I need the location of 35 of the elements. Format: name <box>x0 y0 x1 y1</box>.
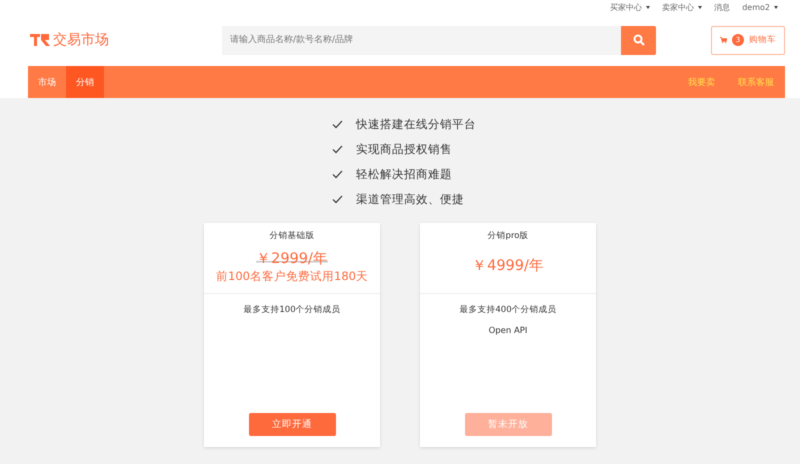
logo-icon <box>30 33 50 47</box>
cart-label: 购物车 <box>749 34 776 46</box>
plan-name: 分销基础版 <box>270 230 314 242</box>
search-icon <box>632 34 644 46</box>
top-link[interactable]: 消息 <box>714 2 730 12</box>
plan-name: 分销pro版 <box>488 230 528 242</box>
search-field[interactable]: 请输入商品名称/款号名称/品牌 <box>222 26 621 54</box>
benefit-text: 轻松解决招商难题 <box>356 166 452 182</box>
plan-price: ￥4999/年 <box>472 257 544 275</box>
logo-text: 交易市场 <box>53 31 109 49</box>
caret-icon[interactable] <box>646 6 650 8</box>
plan-feature: Open API <box>488 326 528 336</box>
benefit-text: 快速搭建在线分销平台 <box>356 116 476 132</box>
caret-icon[interactable] <box>774 6 778 8</box>
top-link[interactable]: 买家中心 <box>610 2 642 12</box>
cart-icon <box>720 35 727 45</box>
nav-tab[interactable]: 分销 <box>66 66 104 98</box>
top-link[interactable]: demo2 <box>742 2 770 12</box>
check-icon <box>332 144 343 154</box>
caret-icon[interactable] <box>698 6 702 8</box>
check-icon <box>332 120 343 128</box>
promo-text: 前100名客户免费试用180天 <box>216 269 368 284</box>
plan-feature: 最多支持100个分销成员 <box>243 304 341 316</box>
plan-price: ￥2999/年 <box>256 249 328 268</box>
benefit-text: 渠道管理高效、便捷 <box>356 192 464 206</box>
nav-link[interactable]: 我要卖 <box>688 66 726 98</box>
check-icon <box>332 194 343 204</box>
nav-link[interactable]: 联系客服 <box>738 66 785 98</box>
check-icon <box>332 170 343 178</box>
nav-tab[interactable]: 市场 <box>28 66 66 98</box>
plan-feature: 最多支持400个分销成员 <box>459 304 557 316</box>
plan-button[interactable]: 立即开通 <box>248 413 336 436</box>
search-button[interactable] <box>621 26 656 54</box>
top-link[interactable]: 卖家中心 <box>662 2 694 12</box>
benefit-text: 实现商品授权销售 <box>356 142 452 156</box>
